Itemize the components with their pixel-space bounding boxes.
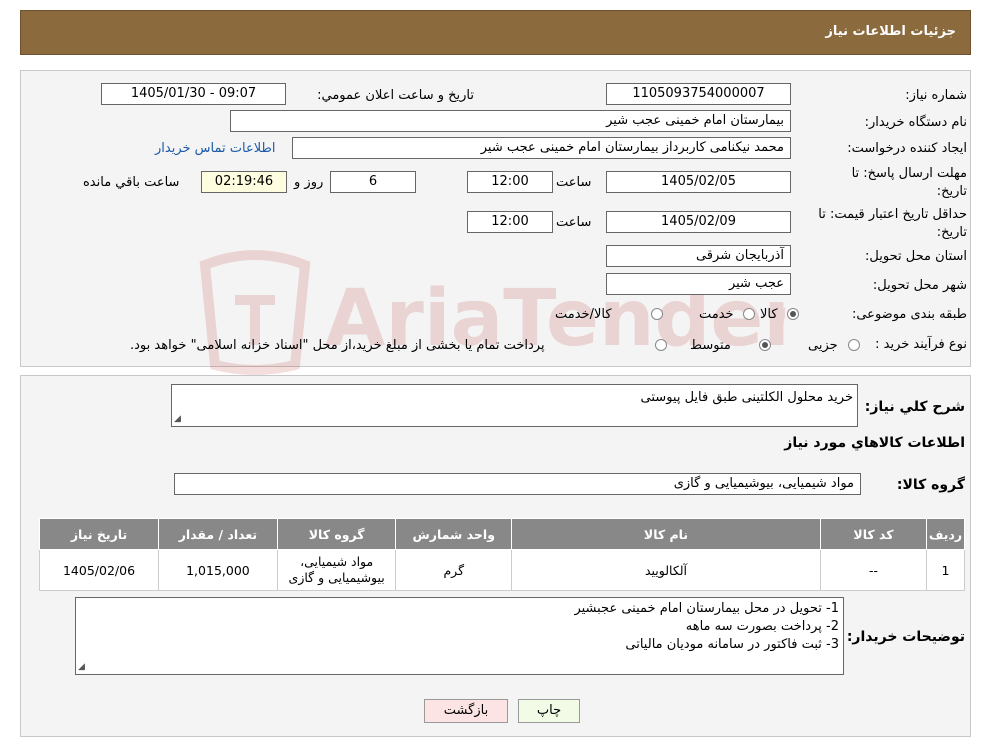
cell-row: 1 <box>926 549 965 591</box>
goods-group-label: گروه کالا: <box>896 477 965 493</box>
buyer-org-label: نام دستگاه خریدار: <box>864 115 967 130</box>
need-number-field: 1105093754000007 <box>606 83 791 105</box>
cell-name: آلکالویید <box>511 549 821 591</box>
deadline-time-label: ساعت <box>556 175 592 190</box>
deadline-date-field: 1405/02/05 <box>606 171 791 193</box>
items-table: ردیف کد کالا نام کالا واحد شمارش گروه کا… <box>38 518 965 591</box>
buyer-notes-textarea[interactable]: 1- تحویل در محل بیمارستان امام خمینی عجب… <box>75 597 844 675</box>
cell-group: مواد شیمیایی، بیوشیمیایی و گازی <box>276 549 397 591</box>
category-radio-goods-service[interactable] <box>651 308 663 320</box>
goods-section-title: اطلاعات کالاهاي مورد نیاز <box>784 435 965 451</box>
buyer-notes-label: توضیحات خریدار: <box>846 629 965 645</box>
summary-label: شرح کلي نیاز: <box>864 399 965 415</box>
col-code: کد کالا <box>819 518 928 550</box>
process-radio-minor[interactable] <box>848 339 860 351</box>
validity-time-field: 12:00 <box>467 211 553 233</box>
process-checkbox-treasury[interactable] <box>655 339 667 351</box>
page-title: جزئیات اطلاعات نیاز <box>825 24 956 39</box>
summary-textarea[interactable]: خرید محلول الکلتینی طبق فایل پیوستی ◢ <box>171 384 858 427</box>
city-field: عجب شیر <box>606 273 791 295</box>
print-button[interactable]: چاپ <box>518 699 580 723</box>
city-label: شهر محل تحویل: <box>872 278 967 293</box>
process-option-medium: متوسط <box>690 338 731 353</box>
validity-date-field: 1405/02/09 <box>606 211 791 233</box>
deadline-time-field: 12:00 <box>467 171 553 193</box>
requester-label: ایجاد کننده درخواست: <box>847 141 967 156</box>
deadline-label-2: تاریخ: <box>936 184 967 199</box>
buyer-org-field: بیمارستان امام خمینی عجب شیر <box>230 110 791 132</box>
requester-field: محمد نیکنامی کاربرداز بیمارستان امام خمی… <box>292 137 791 159</box>
validity-label-2: تاریخ: <box>936 225 967 240</box>
category-radio-goods[interactable] <box>787 308 799 320</box>
summary-text: خرید محلول الکلتینی طبق فایل پیوستی <box>640 390 853 405</box>
col-unit: واحد شمارش <box>395 518 513 550</box>
need-number-label: شماره نیاز: <box>905 88 967 103</box>
back-button[interactable]: بازگشت <box>424 699 508 723</box>
buyer-contact-link[interactable]: اطلاعات تماس خریدار <box>155 141 275 156</box>
validity-label: حداقل تاریخ اعتبار قیمت: تا <box>818 207 967 222</box>
category-label: طبقه بندی موضوعی: <box>851 307 967 322</box>
cell-date: 1405/02/06 <box>38 549 160 591</box>
col-date: تاریخ نیاز <box>38 518 160 550</box>
buyer-note-line-3: 3- ثبت فاکتور در سامانه مودیان مالیاتی <box>625 637 839 652</box>
announce-label: تاریخ و ساعت اعلان عمومي: <box>317 88 474 103</box>
cell-qty: 1,015,000 <box>158 549 278 591</box>
resize-handle-icon[interactable]: ◢ <box>78 662 85 672</box>
category-option-goods: کالا <box>760 307 778 322</box>
cell-code: -- <box>819 549 928 591</box>
col-name: نام کالا <box>511 518 821 550</box>
remaining-time-field: 02:19:46 <box>201 171 287 193</box>
cell-group-line-2: بیوشیمیایی و گازی <box>288 570 385 585</box>
table-header-row: ردیف کد کالا نام کالا واحد شمارش گروه کا… <box>38 518 965 550</box>
table-row: 1 -- آلکالویید گرم مواد شیمیایی، بیوشیمی… <box>38 549 965 591</box>
goods-group-field: مواد شیمیایی، بیوشیمیایی و گازی <box>174 473 861 495</box>
col-qty: تعداد / مقدار <box>158 518 278 550</box>
announce-field: 1405/01/30 - 09:07 <box>101 83 286 105</box>
process-label: نوع فرآیند خرید : <box>875 337 967 352</box>
page-header: جزئیات اطلاعات نیاز <box>20 10 971 55</box>
cell-unit: گرم <box>395 549 513 591</box>
process-radio-medium[interactable] <box>759 339 771 351</box>
buyer-note-line-2: 2- پرداخت بصورت سه ماهه <box>685 619 839 634</box>
deadline-label: مهلت ارسال پاسخ: تا <box>851 166 967 181</box>
buyer-note-line-1: 1- تحویل در محل بیمارستان امام خمینی عجب… <box>574 601 839 616</box>
category-option-service: خدمت <box>699 307 734 322</box>
remaining-label: ساعت باقي مانده <box>83 175 180 190</box>
province-field: آذربایجان شرقی <box>606 245 791 267</box>
process-note: پرداخت تمام یا بخشی از مبلغ خرید،از محل … <box>130 338 545 353</box>
province-label: استان محل تحویل: <box>865 249 967 264</box>
col-group: گروه کالا <box>276 518 397 550</box>
days-label: روز و <box>294 175 324 190</box>
category-option-goods-service: کالا/خدمت <box>555 307 612 322</box>
days-field: 6 <box>330 171 416 193</box>
validity-time-label: ساعت <box>556 215 592 230</box>
cell-group-line-1: مواد شیمیایی، <box>300 554 374 569</box>
col-row: ردیف <box>926 518 965 550</box>
category-radio-service[interactable] <box>743 308 755 320</box>
resize-handle-icon[interactable]: ◢ <box>174 414 181 424</box>
process-option-minor: جزیی <box>808 338 838 353</box>
